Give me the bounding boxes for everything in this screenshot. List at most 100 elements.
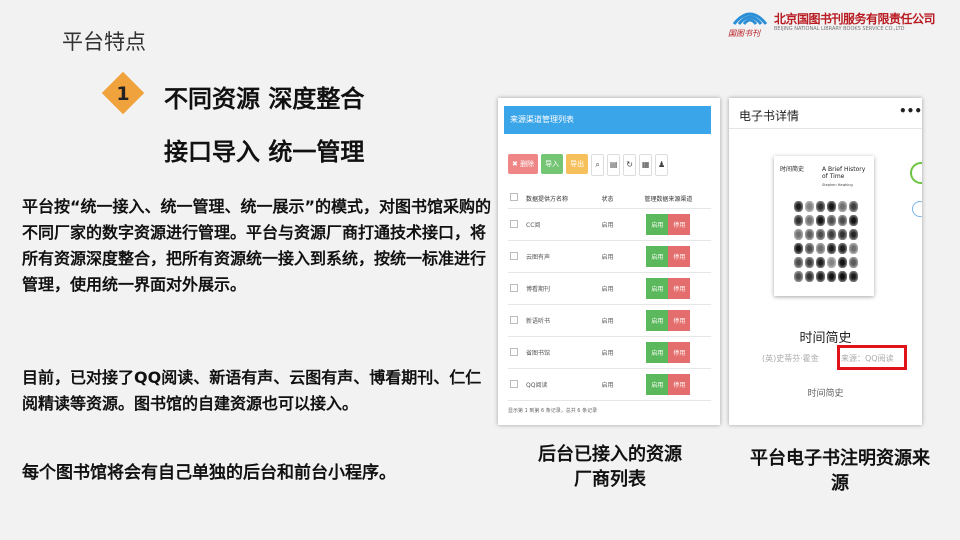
search-icon[interactable]: ⌕	[591, 154, 605, 176]
cover-title-cn: 时间简史	[780, 166, 805, 173]
cover-dot	[816, 215, 825, 226]
admin-list-header: 来源渠道管理列表	[504, 106, 711, 134]
refresh-icon[interactable]: ↻	[623, 154, 637, 176]
column-header-status: 状态	[599, 188, 626, 209]
cover-dot	[794, 243, 803, 254]
table-row: 新语听书 启用 启用 停用	[508, 304, 711, 337]
import-button[interactable]: 导入	[541, 154, 564, 174]
row-status: 启用	[599, 208, 626, 241]
cover-dot	[827, 257, 836, 268]
cover-dot	[816, 243, 825, 254]
table-footer: 显示第 1 到第 6 条记录，总共 6 条记录	[508, 408, 598, 414]
description-paragraph: 平台按“统一接入、统一管理、统一展示”的模式，对图书馆采购的不同厂家的数字资源进…	[22, 197, 492, 294]
delete-button[interactable]: ✖ 删除	[508, 154, 539, 174]
divider	[729, 128, 922, 129]
feature-heading-2: 接口导入 统一管理	[164, 138, 365, 166]
disable-button[interactable]: 停用	[668, 342, 691, 363]
enable-button[interactable]: 启用	[646, 246, 669, 267]
share-icon[interactable]	[910, 162, 922, 184]
book-subtitle: 时间简史	[807, 389, 844, 399]
book-title: 时间简史	[799, 331, 852, 346]
company-logo: 国图书刊 北京国图书刊服务有限责任公司 BEIJING NATIONAL LIB…	[728, 6, 956, 40]
row-checkbox[interactable]	[510, 219, 518, 228]
enable-button[interactable]: 启用	[646, 214, 669, 235]
cover-dot	[827, 271, 836, 282]
cover-title-en: A Brief History of Time	[822, 166, 866, 180]
section-title: 平台特点	[62, 30, 146, 54]
columns-icon[interactable]: ▦	[639, 154, 653, 176]
logo-org-name: 北京国图书刊服务有限责任公司	[774, 12, 936, 26]
cover-dot	[838, 229, 847, 240]
summary-paragraph: 每个图书馆将会有自己单独的后台和前台小程序。	[22, 463, 396, 483]
cover-dot	[849, 257, 858, 268]
cover-dot	[849, 271, 858, 282]
enable-button[interactable]: 启用	[646, 310, 669, 331]
disable-button[interactable]: 停用	[668, 246, 691, 267]
row-status: 启用	[599, 368, 626, 401]
cover-dot	[838, 271, 847, 282]
feature-number: 1	[116, 83, 130, 105]
enable-button[interactable]: 启用	[646, 342, 669, 363]
cover-dot	[805, 257, 814, 268]
select-all-checkbox[interactable]	[510, 193, 518, 201]
cover-dot	[805, 215, 814, 226]
cover-dot	[827, 243, 836, 254]
cover-dot	[838, 215, 847, 226]
row-status: 启用	[599, 240, 626, 273]
cover-dot	[849, 243, 858, 254]
caption-admin: 后台已接入的资源厂商列表	[538, 444, 682, 490]
cover-dot	[849, 215, 858, 226]
cover-dot	[794, 215, 803, 226]
cover-dot	[816, 257, 825, 268]
row-checkbox[interactable]	[510, 251, 518, 260]
table-row: QQ阅读 启用 启用 停用	[508, 368, 711, 401]
user-icon[interactable]: ♟	[655, 154, 669, 176]
row-name: 省图书馆	[524, 336, 600, 369]
admin-toolbar: ✖ 删除 导入 导出 ⌕ ▤ ↻ ▦ ♟	[508, 154, 669, 176]
column-header-actions: 管理数据来源渠道	[625, 188, 711, 209]
row-checkbox[interactable]	[510, 315, 518, 324]
disable-button[interactable]: 停用	[668, 374, 691, 395]
book-author: (英)史蒂芬·霍金	[762, 354, 819, 363]
row-name: 新语听书	[524, 304, 600, 337]
feature-heading-1: 不同资源 深度整合	[164, 85, 365, 113]
logo-brand: 国图书刊	[728, 29, 760, 38]
row-checkbox[interactable]	[510, 283, 518, 292]
cover-dot	[838, 201, 847, 212]
more-menu-icon[interactable]: •••	[899, 104, 922, 118]
cover-author: Stephen Hawking	[822, 183, 853, 187]
cover-dot	[794, 229, 803, 240]
disable-button[interactable]: 停用	[668, 278, 691, 299]
cover-dot	[805, 229, 814, 240]
ebook-page-title: 电子书详情	[739, 109, 800, 123]
cover-dot	[794, 201, 803, 212]
integration-paragraph: 目前，已对接了QQ阅读、新语有声、云图有声、博看期刊、仁仁阅精读等资源。图书馆的…	[22, 368, 482, 413]
row-status: 启用	[599, 304, 626, 337]
ebook-screenshot: 电子书详情 ••• 时间简史 A Brief History of Time S…	[729, 98, 922, 425]
cover-dot	[816, 271, 825, 282]
row-name: 云图有声	[524, 240, 600, 273]
logo-icon	[732, 12, 768, 25]
export-button[interactable]: 导出	[566, 154, 589, 174]
logo-org-name-en: BEIJING NATIONAL LIBRARY BOOKS SERVICE C…	[774, 26, 905, 32]
table-row: 省图书馆 启用 启用 停用	[508, 336, 711, 369]
enable-button[interactable]: 启用	[646, 278, 669, 299]
row-status: 启用	[599, 272, 626, 305]
cover-dot	[805, 243, 814, 254]
cover-dot	[827, 201, 836, 212]
row-checkbox[interactable]	[510, 379, 518, 388]
enable-button[interactable]: 启用	[646, 374, 669, 395]
row-name: CC阅	[524, 208, 600, 241]
disable-button[interactable]: 停用	[668, 310, 691, 331]
cover-dot	[805, 271, 814, 282]
cover-dot	[838, 257, 847, 268]
cover-dot	[827, 229, 836, 240]
caption-ebook: 平台电子书注明资源来源	[750, 448, 930, 494]
cover-dot	[838, 243, 847, 254]
print-icon[interactable]: ▤	[607, 154, 621, 176]
row-name: QQ阅读	[524, 368, 600, 401]
disable-button[interactable]: 停用	[668, 214, 691, 235]
row-checkbox[interactable]	[510, 347, 518, 356]
table-row: 云图有声 启用 启用 停用	[508, 240, 711, 273]
info-icon[interactable]	[912, 201, 922, 217]
